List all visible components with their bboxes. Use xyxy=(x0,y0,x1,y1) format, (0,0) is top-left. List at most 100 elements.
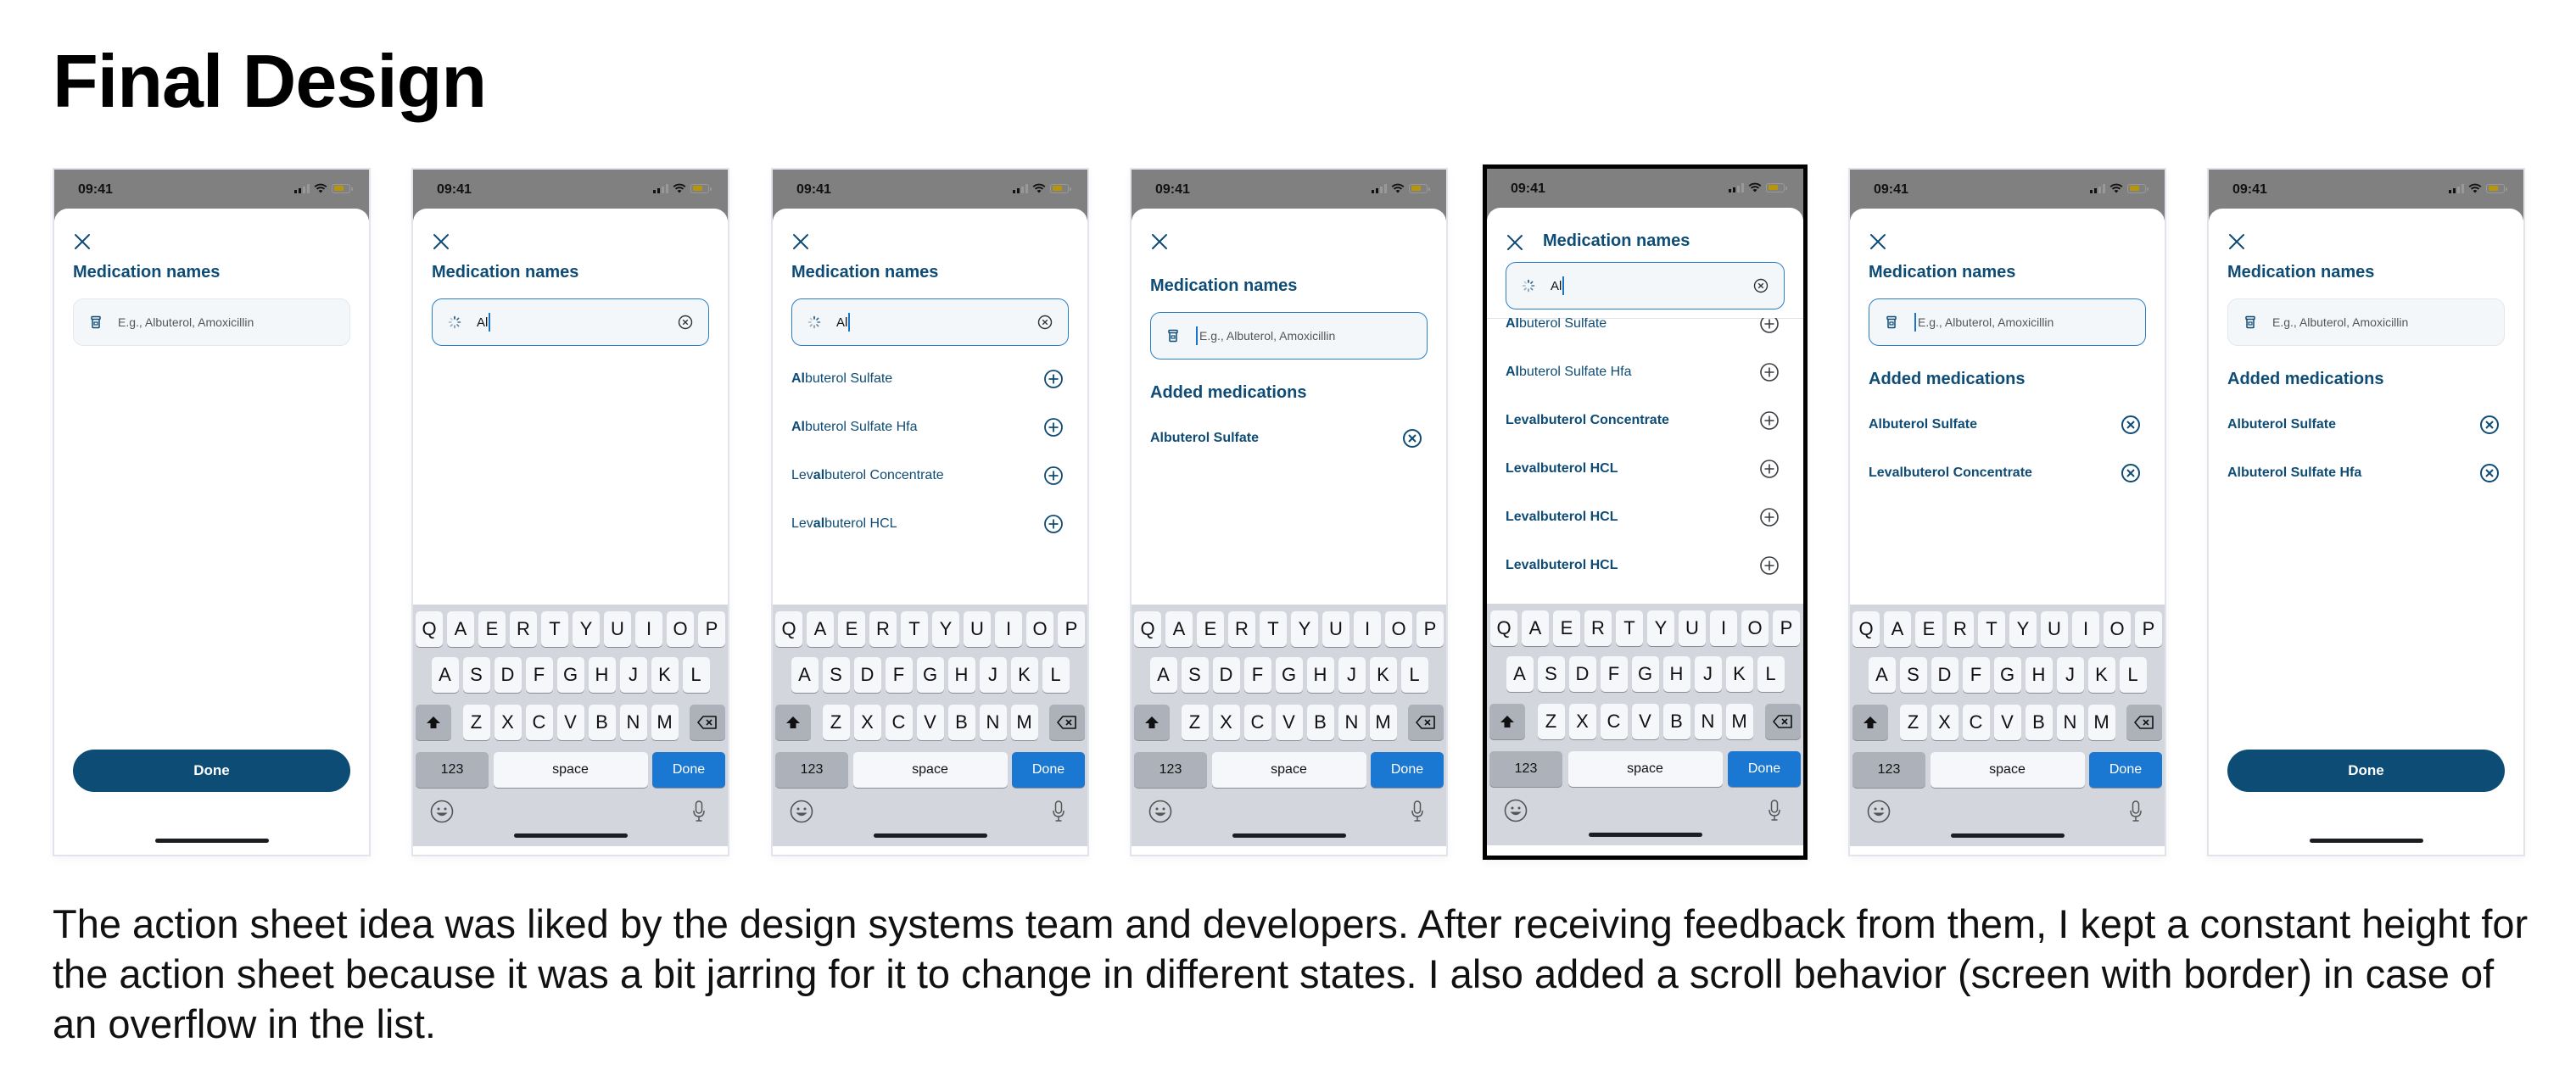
key-l[interactable]: L xyxy=(2119,657,2147,693)
search-result-item[interactable]: Levalbuterol HCL xyxy=(1506,444,1785,493)
key-q[interactable]: Q xyxy=(416,611,443,647)
key-m[interactable]: M xyxy=(1010,705,1038,740)
key-e[interactable]: E xyxy=(1553,610,1580,646)
shift-key[interactable] xyxy=(1852,705,1888,740)
key-d[interactable]: D xyxy=(1212,657,1240,693)
key-a[interactable]: A xyxy=(1522,610,1549,646)
plus-circle-icon[interactable] xyxy=(1759,318,1780,334)
key-l[interactable]: L xyxy=(1757,656,1785,692)
key-k[interactable]: K xyxy=(651,657,679,693)
key-a[interactable]: A xyxy=(1149,657,1177,693)
remove-circle-icon[interactable] xyxy=(2479,415,2500,435)
key-d[interactable]: D xyxy=(1568,656,1596,692)
search-result-item[interactable]: Albuterol Sulfate xyxy=(791,354,1069,403)
key-e[interactable]: E xyxy=(838,611,865,647)
remove-circle-icon[interactable] xyxy=(2121,463,2141,483)
key-r[interactable]: R xyxy=(1228,611,1255,647)
key-k[interactable]: K xyxy=(1369,657,1397,693)
key-s[interactable]: S xyxy=(1181,657,1209,693)
key-h[interactable]: H xyxy=(1662,656,1690,692)
key-n[interactable]: N xyxy=(1694,704,1722,739)
key-b[interactable]: B xyxy=(1662,704,1690,739)
space-key[interactable]: space xyxy=(493,752,648,788)
key-a[interactable]: A xyxy=(447,611,474,647)
backspace-key[interactable] xyxy=(1049,705,1085,740)
key-h[interactable]: H xyxy=(947,657,975,693)
remove-circle-icon[interactable] xyxy=(1402,428,1422,449)
key-s[interactable]: S xyxy=(1899,657,1927,693)
key-a[interactable]: A xyxy=(1506,656,1534,692)
key-f[interactable]: F xyxy=(885,657,913,693)
key-a[interactable]: A xyxy=(791,657,819,693)
search-result-item[interactable]: Levalbuterol Concentrate xyxy=(1506,396,1785,444)
key-m[interactable]: M xyxy=(651,705,679,740)
key-m[interactable]: M xyxy=(2087,705,2115,740)
search-result-item[interactable]: Albuterol Sulfate Hfa xyxy=(791,403,1069,451)
remove-circle-icon[interactable] xyxy=(2121,415,2141,435)
key-l[interactable]: L xyxy=(1042,657,1070,693)
key-n[interactable]: N xyxy=(2056,705,2084,740)
plus-circle-icon[interactable] xyxy=(1043,369,1064,389)
key-u[interactable]: U xyxy=(1679,610,1706,646)
key-j[interactable]: J xyxy=(619,657,647,693)
clear-circle-icon[interactable] xyxy=(678,315,693,330)
numbers-key[interactable]: 123 xyxy=(416,752,489,788)
key-y[interactable]: Y xyxy=(932,611,959,647)
key-o[interactable]: O xyxy=(1741,610,1769,646)
key-r[interactable]: R xyxy=(510,611,537,647)
backspace-key[interactable] xyxy=(2126,705,2162,740)
keyboard-done-key[interactable]: Done xyxy=(652,752,725,788)
key-f[interactable]: F xyxy=(1243,657,1271,693)
emoji-icon[interactable] xyxy=(430,800,454,823)
plus-circle-icon[interactable] xyxy=(1043,514,1064,534)
key-a[interactable]: A xyxy=(431,657,459,693)
key-y[interactable]: Y xyxy=(1291,611,1318,647)
key-b[interactable]: B xyxy=(947,705,975,740)
key-v[interactable]: V xyxy=(916,705,944,740)
key-j[interactable]: J xyxy=(979,657,1007,693)
key-i[interactable]: I xyxy=(995,611,1022,647)
key-c[interactable]: C xyxy=(525,705,553,740)
key-z[interactable]: Z xyxy=(1181,705,1209,740)
key-u[interactable]: U xyxy=(604,611,631,647)
key-j[interactable]: J xyxy=(2056,657,2084,693)
keyboard-done-key[interactable]: Done xyxy=(2089,752,2162,788)
key-y[interactable]: Y xyxy=(1647,610,1674,646)
key-x[interactable]: X xyxy=(1568,704,1596,739)
key-o[interactable]: O xyxy=(1385,611,1412,647)
key-m[interactable]: M xyxy=(1369,705,1397,740)
space-key[interactable]: space xyxy=(1930,752,2085,788)
key-q[interactable]: Q xyxy=(1852,611,1880,647)
close-icon[interactable] xyxy=(432,232,450,251)
microphone-icon[interactable] xyxy=(1411,800,1424,823)
key-k[interactable]: K xyxy=(1010,657,1038,693)
backspace-key[interactable] xyxy=(1765,704,1801,739)
scrollable-results[interactable]: Albuterol Sulfate Albuterol Sulfate Hfa Le… xyxy=(1487,318,1803,604)
microphone-icon[interactable] xyxy=(692,800,706,823)
key-x[interactable]: X xyxy=(853,705,881,740)
close-icon[interactable] xyxy=(2227,232,2246,251)
search-result-item[interactable]: Levalbuterol HCL xyxy=(1506,589,1785,604)
medication-search-input[interactable]: E.g., Albuterol, Amoxicillin xyxy=(1150,312,1428,360)
shift-key[interactable] xyxy=(1134,705,1170,740)
shift-key[interactable] xyxy=(775,705,811,740)
key-h[interactable]: H xyxy=(1306,657,1334,693)
key-v[interactable]: V xyxy=(556,705,584,740)
search-result-item[interactable]: Albuterol Sulfate xyxy=(1506,318,1785,348)
key-a[interactable]: A xyxy=(1884,611,1911,647)
keyboard-done-key[interactable]: Done xyxy=(1728,751,1801,787)
key-f[interactable]: F xyxy=(1600,656,1628,692)
numbers-key[interactable]: 123 xyxy=(1852,752,1925,788)
key-e[interactable]: E xyxy=(1197,611,1224,647)
key-f[interactable]: F xyxy=(525,657,553,693)
numbers-key[interactable]: 123 xyxy=(1489,751,1562,787)
medication-search-input[interactable]: Al xyxy=(432,298,709,346)
key-u[interactable]: U xyxy=(964,611,991,647)
shift-key[interactable] xyxy=(416,705,451,740)
emoji-icon[interactable] xyxy=(1504,799,1528,822)
close-icon[interactable] xyxy=(1869,232,1887,251)
clear-circle-icon[interactable] xyxy=(1753,278,1769,293)
plus-circle-icon[interactable] xyxy=(1759,555,1780,576)
key-t[interactable]: T xyxy=(541,611,568,647)
key-f[interactable]: F xyxy=(1962,657,1990,693)
